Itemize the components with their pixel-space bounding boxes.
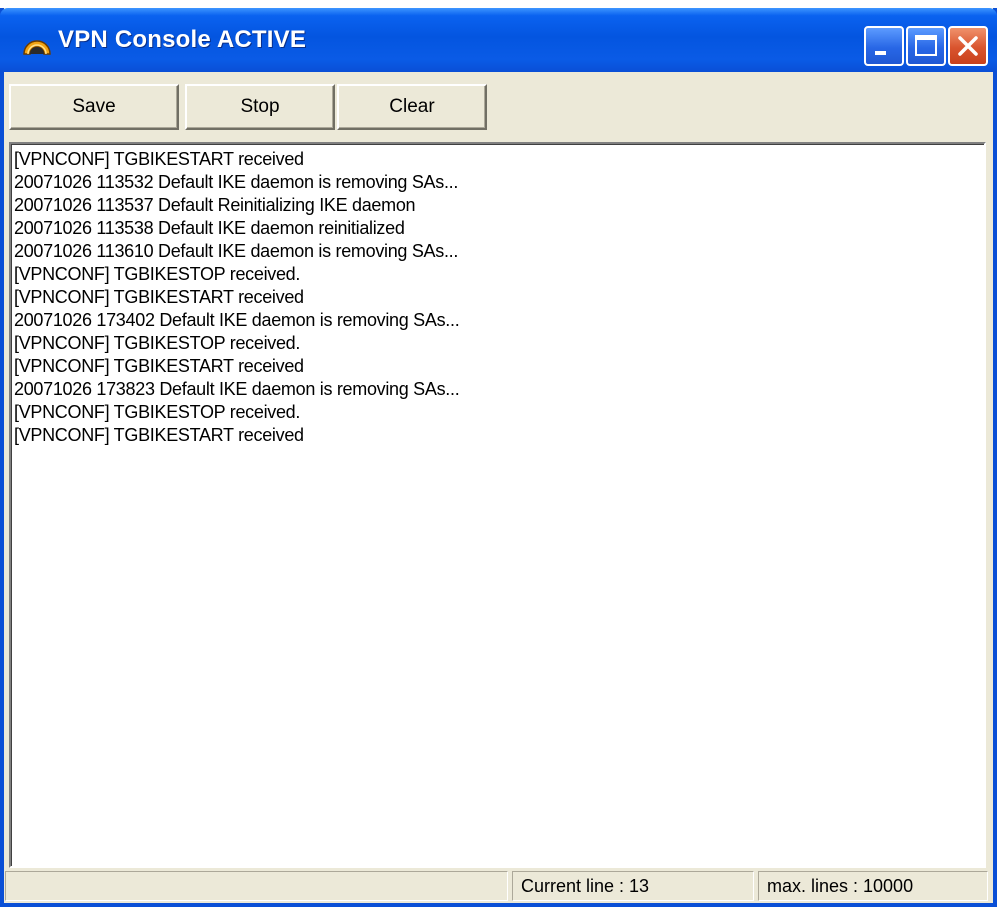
console-line: 20071026 113610 Default IKE daemon is re… (14, 241, 459, 261)
status-max-lines: max. lines : 10000 (758, 871, 988, 901)
console-line: [VPNCONF] TGBIKESTOP received. (14, 402, 301, 422)
console-line: 20071026 113537 Default Reinitializing I… (14, 195, 416, 215)
maximize-icon (915, 35, 937, 56)
console-line-list: [VPNCONF] TGBIKESTART received 20071026 … (14, 148, 980, 447)
title-bar[interactable]: VPN Console ACTIVE (0, 8, 997, 72)
close-button[interactable] (948, 26, 988, 66)
console-line: 20071026 173823 Default IKE daemon is re… (14, 379, 460, 399)
save-button[interactable]: Save (9, 84, 179, 130)
status-bar: Current line : 13 max. lines : 10000 (4, 868, 993, 903)
clear-button[interactable]: Clear (337, 84, 487, 130)
vpn-arch-icon (22, 34, 52, 56)
console-line: [VPNCONF] TGBIKESTOP received. (14, 333, 301, 353)
console-line: 20071026 113532 Default IKE daemon is re… (14, 172, 459, 192)
console-line: 20071026 173402 Default IKE daemon is re… (14, 310, 460, 330)
console-line: [VPNCONF] TGBIKESTART received (14, 287, 304, 307)
close-icon (958, 36, 978, 56)
toolbar: Save Stop Clear (4, 72, 993, 136)
minimize-button[interactable] (864, 26, 904, 66)
console-line: [VPNCONF] TGBIKESTART received (14, 149, 304, 169)
status-pane-message (5, 871, 508, 901)
maximize-button[interactable] (906, 26, 946, 66)
desktop-background (0, 0, 997, 8)
minimize-icon (875, 51, 886, 55)
vpn-console-window: VPN Console ACTIVE Save Stop Clear [VPNC… (0, 8, 997, 907)
console-output[interactable]: [VPNCONF] TGBIKESTART received 20071026 … (9, 142, 986, 868)
console-line: [VPNCONF] TGBIKESTART received (14, 425, 304, 445)
status-current-line: Current line : 13 (512, 871, 754, 901)
console-line: [VPNCONF] TGBIKESTART received (14, 356, 304, 376)
window-title: VPN Console ACTIVE (58, 26, 307, 53)
console-line: [VPNCONF] TGBIKESTOP received. (14, 264, 301, 284)
stop-button[interactable]: Stop (185, 84, 335, 130)
console-line: 20071026 113538 Default IKE daemon reini… (14, 218, 405, 238)
